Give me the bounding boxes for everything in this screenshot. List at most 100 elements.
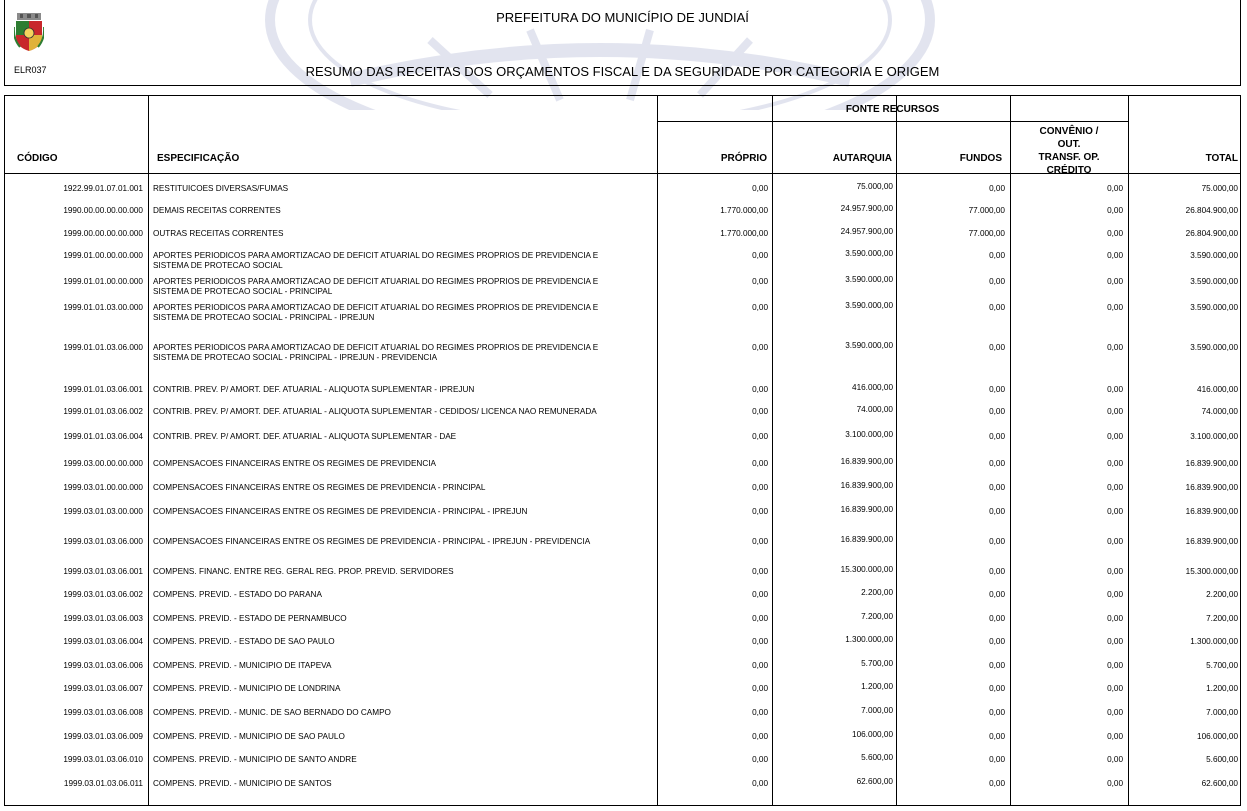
row-autarquia: 5.600,00 [861,753,893,762]
row-specification: CONTRIB. PREV. P/ AMORT. DEF. ATUARIAL -… [153,432,457,441]
row-proprio: 0,00 [752,251,768,260]
header-fonte-recursos: FONTE RECURSOS [845,104,940,115]
row-proprio: 0,00 [752,303,768,312]
row-proprio: 0,00 [752,432,768,441]
row-autarquia: 3.100.000,00 [845,430,893,439]
row-total: 26.804.900,00 [1185,206,1238,215]
row-fundos: 0,00 [989,507,1005,516]
row-fundos: 0,00 [989,614,1005,623]
row-total: 1.200,00 [1206,684,1238,693]
row-convenio: 0,00 [1107,459,1123,468]
row-code: 1999.03.01.03.06.004 [63,637,143,646]
row-specification: COMPENS. PREVID. - MUNICIPIO DE SAO PAUL… [153,732,345,741]
row-specification: APORTES PERIODICOS PARA AMORTIZACAO DE D… [153,251,599,270]
row-total: 416.000,00 [1197,385,1238,394]
row-fundos: 0,00 [989,407,1005,416]
row-code: 1999.03.01.03.06.009 [63,732,143,741]
header-fundos: FUNDOS [959,153,1002,164]
row-proprio: 0,00 [752,184,768,193]
row-proprio: 1.770.000,00 [720,229,768,238]
header-convenio: CONVÊNIO / OUT. TRANSF. OP. CRÉDITO [1038,126,1100,176]
header-autarquia: AUTARQUIA [832,153,892,164]
row-total: 5.600,00 [1206,755,1238,764]
row-code: 1999.01.01.00.00.000 [63,277,143,286]
row-code: 1999.03.01.03.06.008 [63,708,143,717]
row-proprio: 1.770.000,00 [720,206,768,215]
row-specification: COMPENSACOES FINANCEIRAS ENTRE OS REGIME… [153,507,528,516]
row-code: 1999.03.01.03.06.001 [63,567,143,576]
row-fundos: 0,00 [989,303,1005,312]
row-total: 3.100.000,00 [1190,432,1238,441]
row-specification: APORTES PERIODICOS PARA AMORTIZACAO DE D… [153,277,599,296]
row-autarquia: 16.839.900,00 [840,481,893,490]
row-convenio: 0,00 [1107,303,1123,312]
row-proprio: 0,00 [752,637,768,646]
row-code: 1990.00.00.00.00.000 [63,206,143,215]
row-total: 74.000,00 [1201,407,1238,416]
row-code: 1922.99.01.07.01.001 [63,184,143,193]
municipality-title: PREFEITURA DO MUNICÍPIO DE JUNDIAÍ [496,10,749,25]
header-especificacao: ESPECIFICAÇÃO [157,153,240,164]
col-divider [772,96,773,805]
row-autarquia: 3.590.000,00 [845,249,893,258]
row-proprio: 0,00 [752,614,768,623]
col-divider [148,96,149,805]
row-autarquia: 24.957.900,00 [840,204,893,213]
row-fundos: 0,00 [989,277,1005,286]
row-autarquia: 3.590.000,00 [845,341,893,350]
row-fundos: 0,00 [989,779,1005,788]
row-fundos: 0,00 [989,567,1005,576]
col-divider [1010,96,1011,805]
row-proprio: 0,00 [752,661,768,670]
row-fundos: 77.000,00 [968,206,1005,215]
row-convenio: 0,00 [1107,343,1123,352]
row-total: 3.590.000,00 [1190,343,1238,352]
row-fundos: 0,00 [989,343,1005,352]
report-title: RESUMO DAS RECEITAS DOS ORÇAMENTOS FISCA… [305,64,940,79]
row-code: 1999.01.00.00.00.000 [63,251,143,260]
col-divider [657,96,658,805]
row-fundos: 0,00 [989,251,1005,260]
row-specification: COMPENSACOES FINANCEIRAS ENTRE OS REGIME… [153,483,486,492]
row-proprio: 0,00 [752,407,768,416]
row-total: 15.300.000,00 [1185,567,1238,576]
row-total: 16.839.900,00 [1185,459,1238,468]
row-autarquia: 16.839.900,00 [840,505,893,514]
row-autarquia: 1.300.000,00 [845,635,893,644]
row-proprio: 0,00 [752,459,768,468]
row-code: 1999.03.01.03.06.011 [63,779,143,788]
row-specification: COMPENS. PREVID. - ESTADO DE SAO PAULO [153,637,335,646]
row-code: 1999.03.01.03.00.000 [63,507,143,516]
row-convenio: 0,00 [1107,184,1123,193]
row-convenio: 0,00 [1107,385,1123,394]
row-total: 16.839.900,00 [1185,507,1238,516]
row-proprio: 0,00 [752,277,768,286]
row-code: 1999.03.01.00.00.000 [63,483,143,492]
row-specification: APORTES PERIODICOS PARA AMORTIZACAO DE D… [153,303,599,322]
row-convenio: 0,00 [1107,755,1123,764]
row-fundos: 0,00 [989,537,1005,546]
row-autarquia: 16.839.900,00 [840,457,893,466]
row-fundos: 0,00 [989,459,1005,468]
row-convenio: 0,00 [1107,432,1123,441]
row-autarquia: 16.839.900,00 [840,535,893,544]
row-fundos: 0,00 [989,661,1005,670]
row-convenio: 0,00 [1107,732,1123,741]
row-autarquia: 7.000,00 [861,706,893,715]
row-autarquia: 2.200,00 [861,588,893,597]
row-fundos: 0,00 [989,637,1005,646]
row-proprio: 0,00 [752,507,768,516]
row-convenio: 0,00 [1107,779,1123,788]
row-code: 1999.03.00.00.00.000 [63,459,143,468]
row-specification: COMPENS. PREVID. - ESTADO DO PARANA [153,590,322,599]
header-total: TOTAL [1205,153,1238,164]
row-convenio: 0,00 [1107,661,1123,670]
row-total: 3.590.000,00 [1190,277,1238,286]
row-code: 1999.01.01.03.06.002 [63,407,143,416]
row-code: 1999.01.01.03.06.004 [63,432,143,441]
row-autarquia: 416.000,00 [852,383,893,392]
row-code: 1999.01.01.03.06.001 [63,385,143,394]
row-convenio: 0,00 [1107,537,1123,546]
row-total: 106.000,00 [1197,732,1238,741]
row-convenio: 0,00 [1107,206,1123,215]
